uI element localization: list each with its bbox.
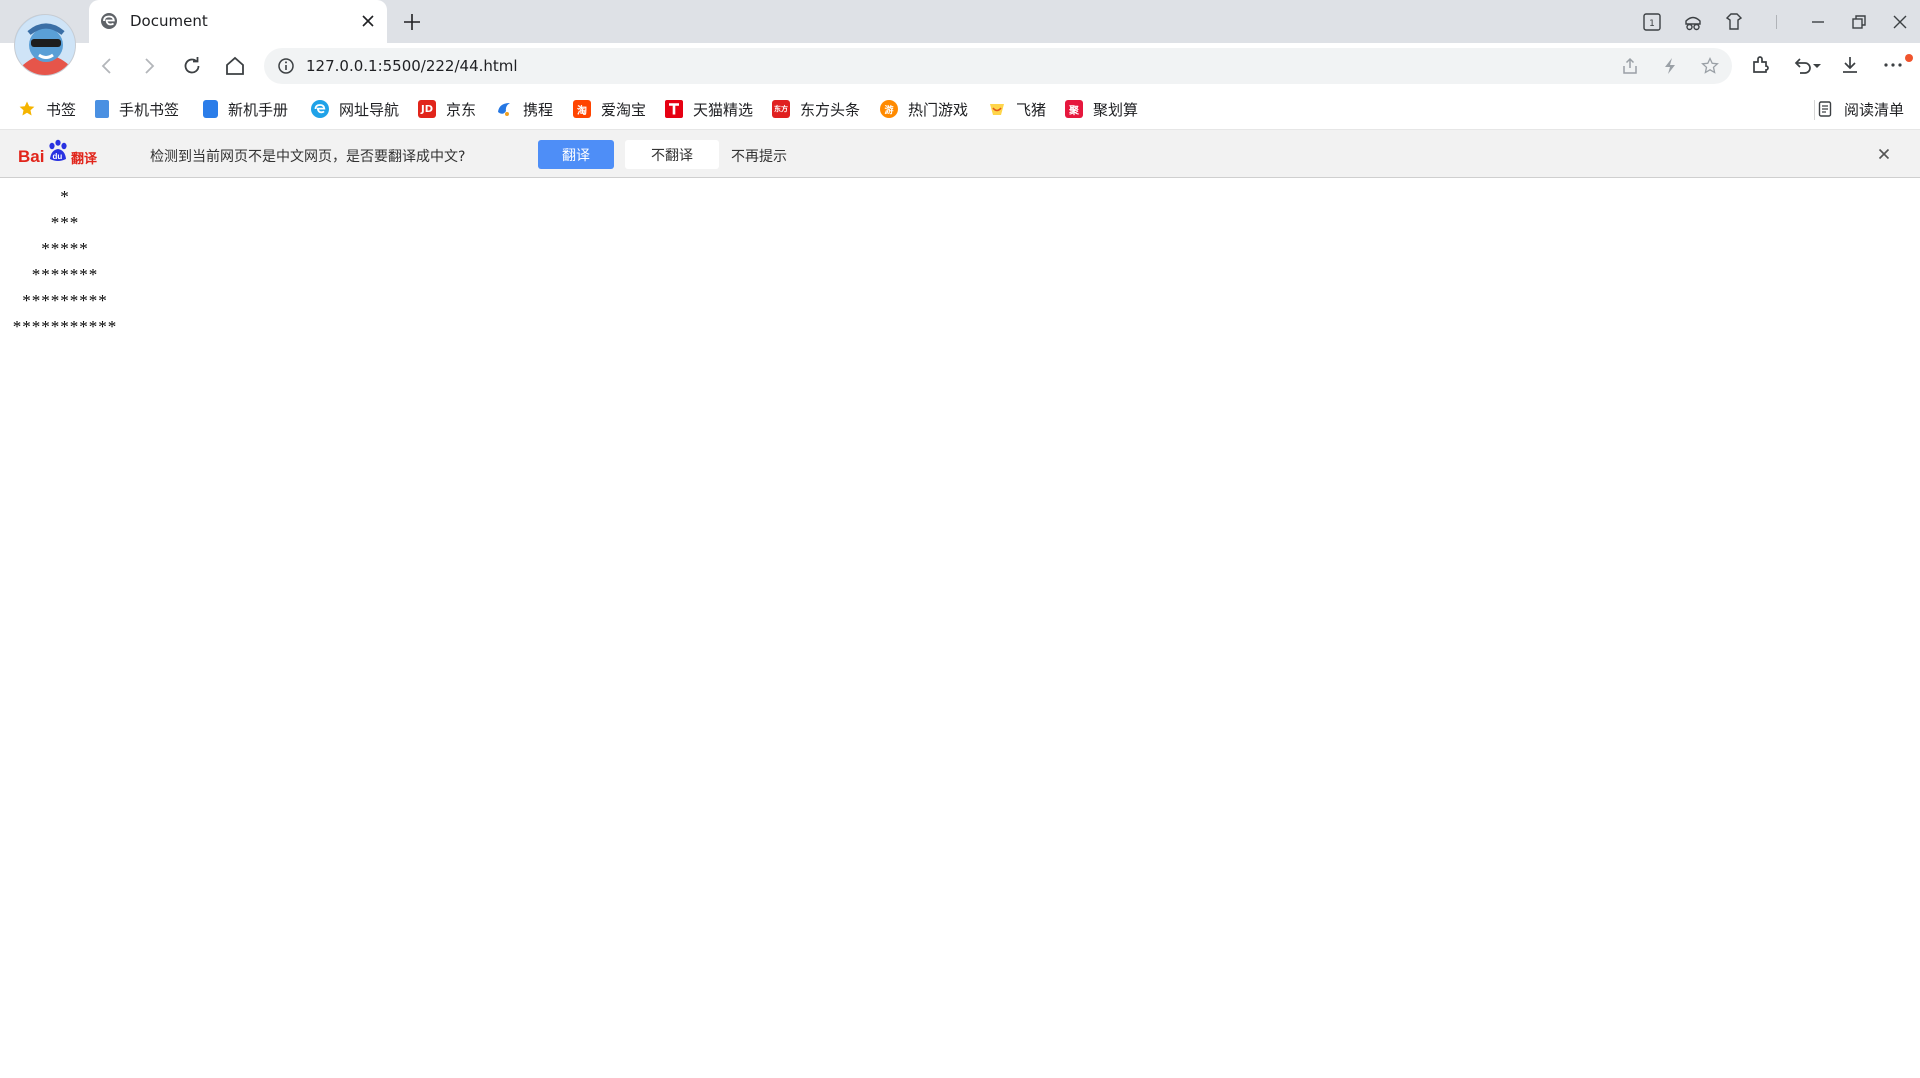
jd-logo-icon: JD xyxy=(418,100,436,118)
svg-text:Bai: Bai xyxy=(18,147,44,166)
address-bar[interactable]: 127.0.0.1:5500/222/44.html xyxy=(264,48,1732,84)
reading-list[interactable]: 阅读清单 xyxy=(1816,99,1904,119)
site-info-icon[interactable] xyxy=(277,57,295,75)
star-row: ******* xyxy=(31,265,99,284)
bookmark-label: 飞猪 xyxy=(1016,100,1047,119)
bookmark-ctrip[interactable]: 携程 xyxy=(495,99,553,119)
bookmark-manual[interactable]: 新机手册 xyxy=(203,99,288,119)
forward-icon[interactable] xyxy=(137,54,161,78)
edge-e-icon xyxy=(100,12,118,30)
bookmark-dongfang[interactable]: 东方 东方头条 xyxy=(772,99,860,119)
game-controller-icon: 游 xyxy=(880,100,898,118)
bookmark-label: 新机手册 xyxy=(228,100,289,119)
new-tab-plus-icon[interactable] xyxy=(400,10,424,34)
tmall-logo-icon xyxy=(665,100,683,118)
bookmark-aitaobao[interactable]: 淘 爱淘宝 xyxy=(573,99,646,119)
restore-icon[interactable] xyxy=(1848,11,1870,33)
bookmark-juhuasuan[interactable]: 聚 聚划算 xyxy=(1065,99,1138,119)
bookmark-label: 书签 xyxy=(46,100,77,119)
bookmark-label: 爱淘宝 xyxy=(601,100,647,119)
undo-dropdown-icon[interactable] xyxy=(1811,53,1823,77)
translate-button[interactable]: 翻译 xyxy=(538,140,614,169)
more-icon[interactable] xyxy=(1881,53,1905,77)
reload-icon[interactable] xyxy=(180,54,204,78)
bookmark-label: 携程 xyxy=(523,100,554,119)
reading-list-icon xyxy=(1816,100,1834,118)
bookmark-bookmarks[interactable]: 书签 xyxy=(18,99,76,119)
bookmark-label: 聚划算 xyxy=(1093,100,1139,119)
bookmarks-divider xyxy=(1814,100,1815,120)
translate-bar: Bai du 翻译 检测到当前网页不是中文网页，是否要翻译成中文? 翻译 不翻译… xyxy=(0,130,1920,178)
tab-count-text: 1 xyxy=(1649,19,1655,29)
bookmark-nav[interactable]: 网址导航 xyxy=(311,99,399,119)
bookmark-mobile[interactable]: 手机书签 xyxy=(95,99,179,119)
bookmark-label: 手机书签 xyxy=(119,100,180,119)
notification-dot xyxy=(1905,54,1913,62)
baidu-translate-logo: Bai du 翻译 xyxy=(18,139,104,167)
tab-close-icon[interactable] xyxy=(357,10,379,32)
book-icon xyxy=(203,100,218,118)
home-icon[interactable] xyxy=(223,54,247,78)
translate-message: 检测到当前网页不是中文网页，是否要翻译成中文? xyxy=(150,149,466,165)
tab-count-icon[interactable]: 1 xyxy=(1641,11,1663,33)
bookmark-label: 京东 xyxy=(446,100,477,119)
svg-text:翻译: 翻译 xyxy=(71,151,98,167)
never-show-link[interactable]: 不再提示 xyxy=(731,146,787,166)
edge-logo-icon xyxy=(311,100,329,118)
sidebar-icon[interactable] xyxy=(1682,11,1704,33)
profile-avatar-icon[interactable] xyxy=(14,14,76,76)
svg-text:du: du xyxy=(53,152,63,161)
phone-icon xyxy=(95,100,109,118)
star-icon xyxy=(18,100,36,118)
taobao-logo-icon: 淘 xyxy=(573,100,591,118)
close-icon[interactable] xyxy=(1889,11,1911,33)
translate-close-icon[interactable] xyxy=(1873,143,1895,165)
star-row: *** xyxy=(50,213,80,232)
active-tab[interactable]: Document xyxy=(89,0,387,43)
download-icon[interactable] xyxy=(1838,53,1862,77)
star-row: *********** xyxy=(12,317,118,336)
bookmark-tmall[interactable]: 天猫精选 xyxy=(665,99,753,119)
dongfang-logo-icon: 东方 xyxy=(772,100,790,118)
page-content: * *** ***** ******* ********* **********… xyxy=(0,178,1920,1078)
reading-list-label: 阅读清单 xyxy=(1844,100,1905,119)
juhuasuan-logo-icon: 聚 xyxy=(1065,100,1083,118)
star-row: * xyxy=(60,187,70,206)
bookmark-label: 热门游戏 xyxy=(908,100,969,119)
bookmark-label: 网址导航 xyxy=(339,100,400,119)
fliggy-pig-icon xyxy=(988,100,1006,118)
toolbar: 127.0.0.1:5500/222/44.html xyxy=(0,43,1920,90)
no-translate-button[interactable]: 不翻译 xyxy=(625,140,719,169)
extensions-pin-icon[interactable] xyxy=(1723,11,1745,33)
extensions-icon[interactable] xyxy=(1749,53,1773,77)
bookmark-fliggy[interactable]: 飞猪 xyxy=(988,99,1046,119)
lightning-icon[interactable] xyxy=(1660,56,1680,76)
tab-title: Document xyxy=(130,12,208,30)
share-icon[interactable] xyxy=(1620,56,1640,76)
bookmark-games[interactable]: 游 热门游戏 xyxy=(880,99,968,119)
ctrip-dolphin-icon xyxy=(495,100,513,118)
favorite-star-icon[interactable] xyxy=(1700,56,1720,76)
toolbar-divider xyxy=(1776,15,1777,29)
star-row: ***** xyxy=(41,239,89,258)
bookmarks-bar: 书签 手机书签 新机手册 网址导航 JD 京东 携程 淘 爱淘宝 天猫精选 东方… xyxy=(0,90,1920,130)
bookmark-jd[interactable]: JD 京东 xyxy=(418,99,476,119)
bookmark-label: 天猫精选 xyxy=(693,100,754,119)
tab-strip: Document 1 xyxy=(0,0,1920,76)
url-text[interactable]: 127.0.0.1:5500/222/44.html xyxy=(306,57,518,75)
star-row: ********* xyxy=(22,291,108,310)
back-icon[interactable] xyxy=(95,54,119,78)
minimize-icon[interactable] xyxy=(1807,11,1829,33)
bookmark-label: 东方头条 xyxy=(800,100,861,119)
